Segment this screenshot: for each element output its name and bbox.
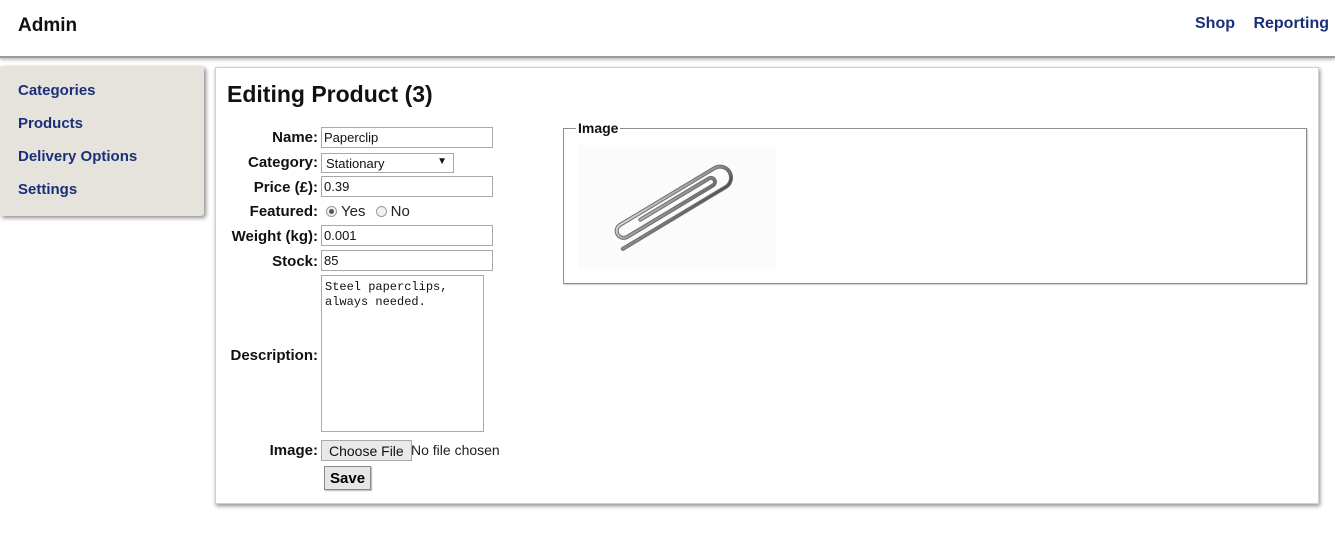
name-label: Name: bbox=[272, 129, 318, 146]
page-title: Editing Product (3) bbox=[227, 81, 433, 107]
top-nav: Shop Reporting bbox=[1181, 15, 1329, 33]
weight-label: Weight (kg): bbox=[231, 228, 318, 245]
nav-reporting-link[interactable]: Reporting bbox=[1253, 15, 1329, 32]
stock-input[interactable] bbox=[321, 250, 493, 271]
sidebar-item-categories[interactable]: Categories bbox=[18, 82, 204, 115]
weight-input[interactable] bbox=[321, 225, 493, 246]
paperclip-image bbox=[578, 145, 776, 269]
category-selected-value: Stationary bbox=[326, 156, 385, 171]
featured-label: Featured: bbox=[249, 203, 318, 220]
featured-radio-group: Yes No bbox=[326, 203, 410, 220]
main-panel: Editing Product (3) Name: Category: Stat… bbox=[215, 67, 1319, 504]
brand-title: Admin bbox=[18, 15, 78, 36]
paperclip-icon bbox=[614, 164, 734, 251]
sidebar-item-products[interactable]: Products bbox=[18, 115, 204, 148]
stock-label: Stock: bbox=[272, 253, 318, 270]
no-file-chosen-text: No file chosen bbox=[411, 442, 500, 458]
image-legend: Image bbox=[576, 120, 621, 136]
sidebar: Categories Products Delivery Options Set… bbox=[0, 66, 204, 216]
dropdown-arrow-icon: ▼ bbox=[437, 156, 447, 167]
price-label: Price (£): bbox=[253, 179, 318, 196]
image-label: Image: bbox=[269, 442, 318, 459]
price-input[interactable] bbox=[321, 176, 493, 197]
featured-yes-label: Yes bbox=[341, 203, 366, 220]
top-bar: Admin Shop Reporting bbox=[0, 0, 1335, 58]
category-select[interactable]: Stationary ▼ bbox=[321, 153, 454, 173]
nav-shop-link[interactable]: Shop bbox=[1195, 15, 1235, 32]
image-fieldset: Image bbox=[563, 120, 1307, 284]
category-label: Category: bbox=[247, 154, 318, 171]
featured-no-radio[interactable] bbox=[375, 206, 387, 217]
featured-yes-radio[interactable] bbox=[326, 206, 337, 217]
save-button[interactable]: Save bbox=[324, 466, 372, 490]
choose-file-button[interactable]: Choose File bbox=[321, 440, 412, 461]
sidebar-item-delivery-options[interactable]: Delivery Options bbox=[18, 148, 204, 181]
description-textarea[interactable]: Steel paperclips, always needed. bbox=[321, 275, 484, 432]
description-label: Description: bbox=[230, 347, 318, 364]
name-input[interactable] bbox=[321, 127, 493, 148]
sidebar-item-settings[interactable]: Settings bbox=[18, 181, 204, 214]
featured-no-label: No bbox=[390, 203, 410, 220]
